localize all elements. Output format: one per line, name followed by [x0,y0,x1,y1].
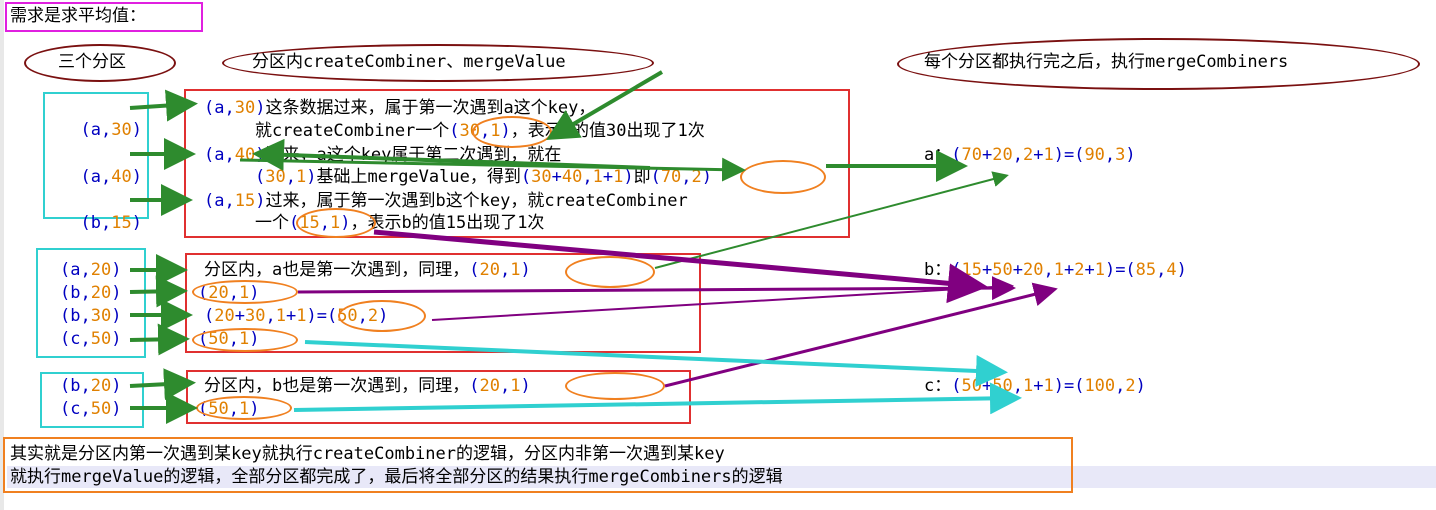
input-arrow [129,323,190,356]
result-arrow [373,229,988,304]
result-arrow [654,171,1009,269]
result-arrow [293,382,1022,415]
result-arrow [304,340,1008,387]
arrows-layer [129,70,1058,424]
input-arrow [129,89,198,122]
header-arrow [546,70,664,141]
input-arrow [129,368,196,401]
input-arrow [129,275,188,308]
